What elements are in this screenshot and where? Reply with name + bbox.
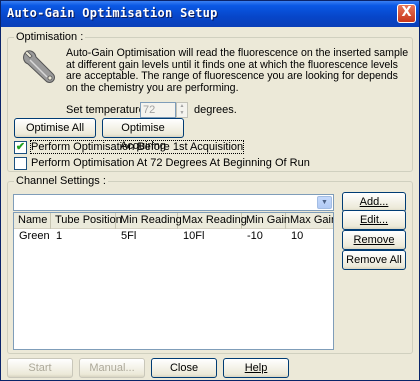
col-max-reading[interactable]: Max Reading [178,213,247,229]
cell-tube-position: 1 [56,230,63,242]
check-at-72-degrees[interactable]: Perform Optimisation At 72 Degrees At Be… [14,157,334,171]
cell-name: Green [19,230,50,242]
channel-list-header: Name Tube Position Min Reading Max Readi… [14,213,333,229]
window-title: Auto-Gain Optimisation Setup [7,6,218,20]
edit-button[interactable]: Edit... [342,210,406,230]
channel-list[interactable]: Name Tube Position Min Reading Max Readi… [13,212,334,350]
channel-combo[interactable]: ▼ [13,194,334,211]
remove-label: Remove [353,234,395,246]
help-button[interactable]: Help [223,358,289,378]
close-window-button[interactable]: X [397,4,416,23]
cell-max-gain: 10 [291,230,304,242]
optimisation-description: Auto-Gain Optimisation will read the flu… [66,47,409,94]
optimisation-legend: Optimisation : [14,31,86,43]
col-min-gain[interactable]: Min Gain [242,213,290,229]
col-max-gain[interactable]: Max Gain [286,213,333,229]
temperature-input[interactable]: 72 [140,102,176,118]
spinner-arrows-icon[interactable]: ▲ ▼ [176,102,188,118]
optimisation-group: Optimisation : Auto-Gain Optimisation wi… [7,31,413,172]
remove-all-button[interactable]: Remove All [342,250,406,270]
optimise-acquiring-button[interactable]: Optimise Acquiring [102,118,184,152]
check-at72-label[interactable]: Perform Optimisation At 72 Degrees At Be… [31,157,310,169]
col-tube-position[interactable]: Tube Position [51,213,122,229]
table-row[interactable]: Green 1 5Fl 10Fl -10 10 [14,230,333,243]
remove-button[interactable]: Remove [342,230,406,250]
manual-button[interactable]: Manual... [79,358,145,378]
col-min-reading[interactable]: Min Reading [116,213,182,229]
title-bar[interactable]: Auto-Gain Optimisation Setup X [1,1,419,27]
col-name[interactable]: Name [14,213,51,229]
help-label: Help [244,362,268,374]
temperature-unit: degrees. [194,104,237,116]
add-button[interactable]: Add... [342,192,406,212]
add-label: Add... [359,196,389,208]
check-before-acquisition[interactable]: ✔ Perform Optimisation Before 1st Acquis… [14,140,274,155]
start-button[interactable]: Start [7,358,73,378]
check-before-label[interactable]: Perform Optimisation Before 1st Acquisit… [29,140,245,154]
check-before-box[interactable]: ✔ [14,141,27,154]
close-icon: X [401,5,412,20]
spin-up-arrow[interactable]: ▲ [177,103,187,110]
cell-min-gain: -10 [247,230,263,242]
channel-settings-legend: Channel Settings : [14,175,108,187]
auto-gain-dialog: Auto-Gain Optimisation Setup X Optimisat… [0,0,420,381]
wrench-icon [23,50,55,83]
chevron-down-icon[interactable]: ▼ [317,196,332,209]
spin-down-arrow[interactable]: ▼ [177,110,187,117]
cell-min-reading: 5Fl [121,230,137,242]
cell-max-reading: 10Fl [183,230,205,242]
close-button[interactable]: Close [151,358,217,378]
check-at72-box[interactable] [14,157,27,170]
edit-label: Edit... [359,214,389,226]
optimise-all-button[interactable]: Optimise All [14,118,96,138]
